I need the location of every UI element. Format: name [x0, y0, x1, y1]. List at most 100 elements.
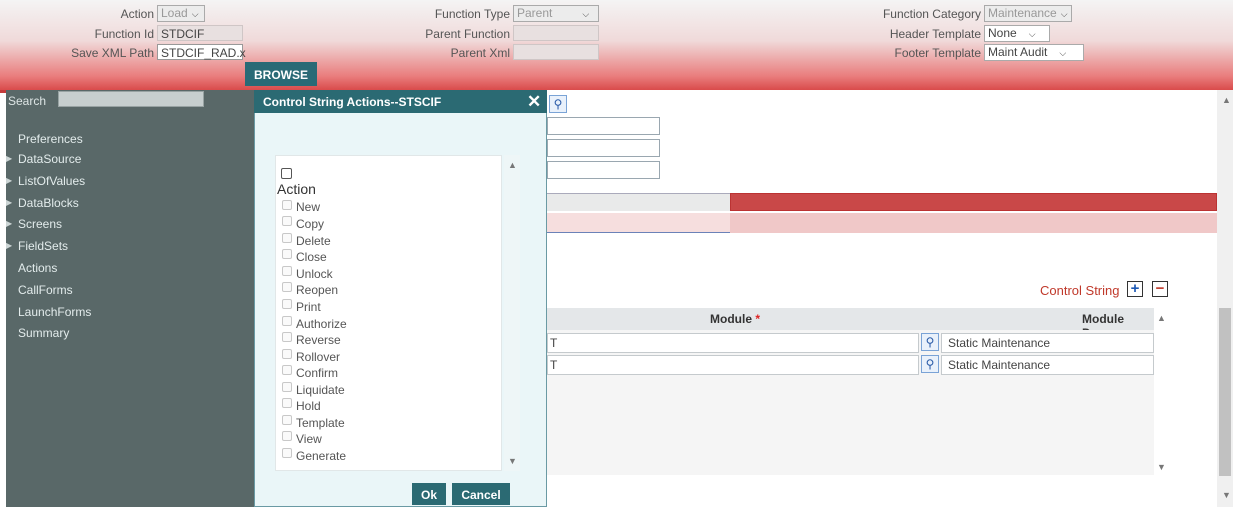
checkbox-confirm[interactable]	[282, 365, 292, 375]
list-item: Rollover	[296, 350, 341, 364]
sidebar-item-summary[interactable]: Summary	[18, 326, 69, 340]
search-icon[interactable]: ⚲	[549, 95, 567, 113]
header-template-label: Header Template	[889, 27, 981, 41]
checkbox-rollover[interactable]	[282, 349, 292, 359]
scroll-up-icon[interactable]: ▲	[1222, 95, 1231, 105]
footer-template-label: Footer Template	[894, 46, 982, 60]
save-xml-label: Save XML Path	[71, 46, 154, 60]
active-tab[interactable]	[730, 193, 1217, 211]
grid-header: Module * Module Desc	[547, 308, 1154, 340]
chevron-down-icon: ⌵	[1060, 9, 1068, 19]
table-row-desc-field[interactable]: Static Maintenance	[941, 355, 1154, 375]
search-icon[interactable]: ⚲	[921, 355, 939, 373]
cancel-button[interactable]: Cancel	[452, 483, 510, 505]
sub-tab-active[interactable]	[730, 213, 1217, 233]
ok-button[interactable]: Ok	[412, 483, 446, 505]
action-group-label: Action	[277, 181, 316, 197]
function-type-select[interactable]: Parent ⌵	[513, 5, 599, 22]
triangle-right-icon[interactable]: ▶	[6, 241, 12, 250]
parent-function-field[interactable]	[513, 25, 599, 41]
checkbox-print[interactable]	[282, 299, 292, 309]
search-icon[interactable]: ⚲	[921, 333, 939, 351]
action-list-scrollbar[interactable]	[504, 155, 520, 471]
chevron-down-icon: ⌵	[1028, 29, 1036, 39]
triangle-right-icon[interactable]: ▶	[6, 219, 12, 228]
function-id-field[interactable]: STDCIF	[157, 25, 243, 41]
close-icon[interactable]: ✕	[527, 92, 541, 112]
header-template-value: None	[988, 26, 1017, 40]
checkbox-copy[interactable]	[282, 216, 292, 226]
footer-template-select[interactable]: Maint Audit ⌵	[984, 44, 1084, 61]
module-desc-value: Static Maintenance	[948, 336, 1051, 350]
sidebar-item-launchforms[interactable]: LaunchForms	[18, 305, 91, 319]
checkbox-liquidate[interactable]	[282, 382, 292, 392]
table-row-desc-field[interactable]: Static Maintenance	[941, 333, 1154, 353]
checkbox-hold[interactable]	[282, 398, 292, 408]
checkbox-reopen[interactable]	[282, 282, 292, 292]
function-category-label: Function Category	[882, 7, 981, 21]
scroll-down-icon[interactable]: ▼	[1222, 490, 1231, 500]
list-item: Template	[296, 416, 345, 430]
triangle-right-icon[interactable]: ▶	[6, 198, 12, 207]
parent-xml-label: Parent Xml	[450, 46, 510, 60]
col-module-text: Module	[710, 312, 752, 326]
function-category-value: Maintenance	[988, 6, 1057, 20]
list-item: Print	[296, 300, 321, 314]
scroll-up-icon[interactable]: ▲	[508, 160, 517, 170]
list-item: Hold	[296, 399, 321, 413]
sidebar-item-screens[interactable]: Screens	[18, 217, 62, 231]
checkbox-template[interactable]	[282, 415, 292, 425]
checkbox-view[interactable]	[282, 431, 292, 441]
scroll-up-icon[interactable]: ▲	[1157, 313, 1166, 323]
checkbox-reverse[interactable]	[282, 332, 292, 342]
save-xml-field[interactable]: STDCIF_RAD.x	[157, 44, 246, 60]
chevron-down-icon: ⌵	[1059, 48, 1067, 58]
main-field-1[interactable]	[547, 117, 660, 135]
list-item: Generate	[296, 449, 347, 463]
sidebar-item-datablocks[interactable]: DataBlocks	[18, 196, 79, 210]
sidebar-item-listofvalues[interactable]: ListOfValues	[18, 174, 85, 188]
add-row-icon[interactable]: +	[1127, 281, 1143, 297]
chevron-down-icon: ⌵	[582, 9, 590, 19]
header-template-select[interactable]: None ⌵	[984, 25, 1050, 42]
search-input[interactable]	[58, 91, 204, 107]
page-scrollbar-thumb[interactable]	[1219, 308, 1231, 476]
checkbox-new[interactable]	[282, 200, 292, 210]
function-category-select[interactable]: Maintenance ⌵	[984, 5, 1072, 22]
action-label: Action	[120, 7, 154, 21]
control-string-label: Control String	[1040, 283, 1120, 298]
checkbox-authorize[interactable]	[282, 316, 292, 326]
function-id-label: Function Id	[94, 27, 154, 41]
list-item: Delete	[296, 234, 331, 248]
triangle-right-icon[interactable]: ▶	[6, 176, 12, 185]
list-item: Confirm	[296, 366, 339, 380]
sidebar-item-actions[interactable]: Actions	[18, 261, 57, 275]
action-select-value: Load	[161, 6, 188, 20]
checkbox-delete[interactable]	[282, 233, 292, 243]
scroll-down-icon[interactable]: ▼	[1157, 462, 1166, 472]
module-value: T	[550, 358, 558, 372]
sidebar-item-preferences[interactable]: Preferences	[18, 132, 83, 146]
chevron-down-icon: ⌵	[191, 9, 199, 19]
sidebar-item-fieldsets[interactable]: FieldSets	[18, 239, 68, 253]
main-field-2[interactable]	[547, 139, 660, 157]
table-row-module-field[interactable]: T	[547, 333, 919, 353]
checkbox-generate[interactable]	[282, 448, 292, 458]
parent-xml-field[interactable]	[513, 44, 599, 60]
main-field-3[interactable]	[547, 161, 660, 179]
remove-row-icon[interactable]: −	[1152, 281, 1168, 297]
select-all-checkbox[interactable]	[281, 168, 292, 179]
browse-button[interactable]: BROWSE	[245, 62, 317, 86]
function-type-value: Parent	[517, 6, 553, 20]
checkbox-close[interactable]	[282, 249, 292, 259]
scroll-down-icon[interactable]: ▼	[508, 456, 517, 466]
list-item: Reverse	[296, 333, 341, 347]
module-value: T	[550, 336, 558, 350]
sidebar-item-callforms[interactable]: CallForms	[18, 283, 73, 297]
action-select[interactable]: Load ⌵	[157, 5, 205, 22]
table-row-module-field[interactable]: T	[547, 355, 919, 375]
checkbox-unlock[interactable]	[282, 266, 292, 276]
triangle-right-icon[interactable]: ▶	[6, 154, 12, 163]
list-item: Close	[296, 250, 327, 264]
sidebar-item-datasource[interactable]: DataSource	[18, 152, 81, 166]
